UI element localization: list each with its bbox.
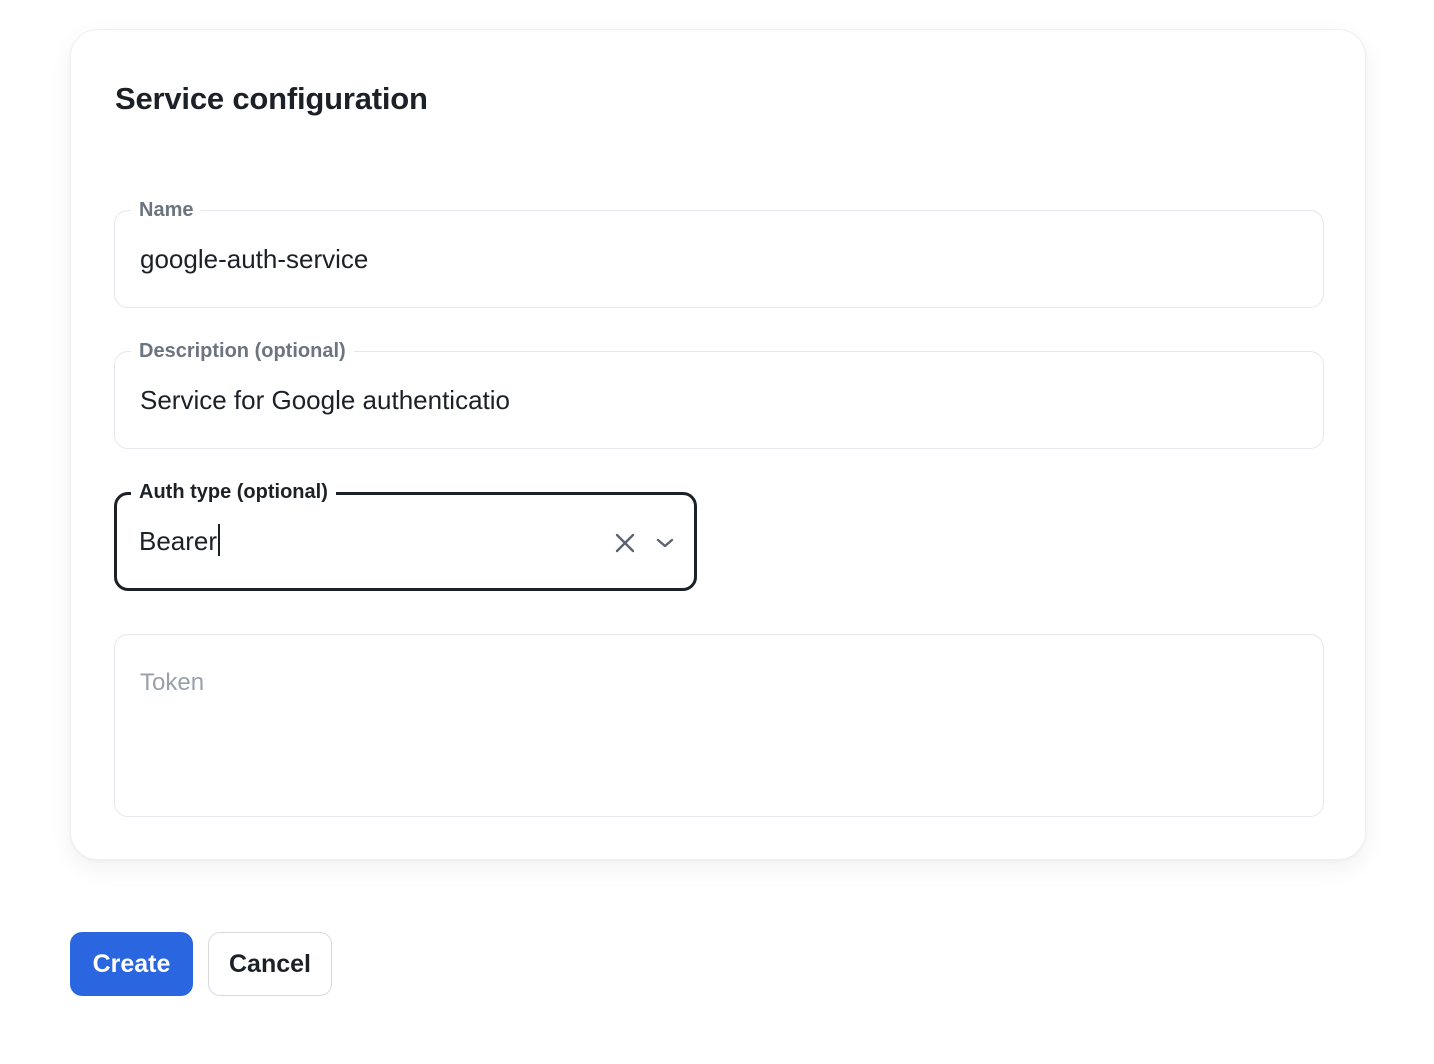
cancel-button[interactable]: Cancel bbox=[208, 932, 332, 996]
description-input[interactable]: Service for Google authenticatio bbox=[140, 383, 510, 417]
token-field[interactable]: Token bbox=[114, 634, 1324, 817]
create-button[interactable]: Create bbox=[70, 932, 193, 996]
name-label: Name bbox=[131, 197, 202, 223]
token-input[interactable]: Token bbox=[140, 667, 204, 699]
service-configuration-card: Service configuration Name google-auth-s… bbox=[70, 29, 1366, 860]
auth-type-select[interactable]: Auth type (optional) Bearer bbox=[114, 479, 697, 591]
card-title: Service configuration bbox=[115, 81, 428, 116]
close-icon bbox=[615, 533, 635, 553]
description-label: Description (optional) bbox=[131, 338, 354, 364]
clear-selection-button[interactable] bbox=[610, 528, 640, 558]
open-dropdown-button[interactable] bbox=[650, 528, 680, 558]
name-field[interactable]: Name google-auth-service bbox=[114, 197, 1324, 308]
auth-type-value: Bearer bbox=[139, 526, 218, 556]
description-field[interactable]: Description (optional) Service for Googl… bbox=[114, 338, 1324, 449]
auth-type-label: Auth type (optional) bbox=[131, 479, 336, 505]
name-input[interactable]: google-auth-service bbox=[140, 242, 368, 276]
text-cursor bbox=[218, 524, 221, 556]
auth-type-input[interactable]: Bearer bbox=[139, 524, 221, 558]
chevron-down-icon bbox=[656, 538, 674, 548]
